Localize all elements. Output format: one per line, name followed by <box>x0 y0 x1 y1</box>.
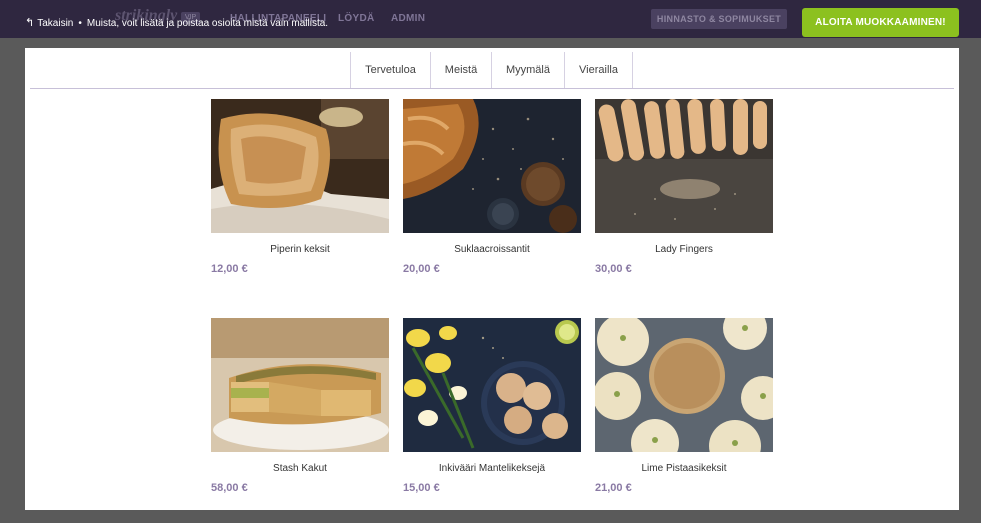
product-price: 20,00 € <box>403 263 440 275</box>
product-name[interactable]: Lady Fingers <box>595 244 773 255</box>
product-price: 58,00 € <box>211 482 248 494</box>
product-name[interactable]: Suklaacroissantit <box>403 244 581 255</box>
back-link[interactable]: ↰ Takaisin • Muista, voit lisätä ja poistaa… <box>25 16 328 31</box>
almond-cookies-photo[interactable] <box>403 318 581 452</box>
bread-loaf-photo[interactable] <box>211 99 389 233</box>
nav-divider <box>30 88 954 89</box>
editor-notice: Muista, voit lisätä ja poistaa osioita m… <box>86 18 329 29</box>
product-card[interactable]: Inkivääri Mantelikeksejä 15,00 € <box>403 318 581 494</box>
product-card[interactable]: Lady Fingers 30,00 € <box>595 99 773 275</box>
product-card[interactable]: Stash Kakut 58,00 € <box>211 318 389 494</box>
nav-tab-visit[interactable]: Vierailla <box>564 52 633 88</box>
product-name[interactable]: Piperin keksit <box>211 244 389 255</box>
product-price: 15,00 € <box>403 482 440 494</box>
back-label: Takaisin <box>37 18 74 29</box>
product-price: 12,00 € <box>211 263 248 275</box>
pricing-button[interactable]: HINNASTO & SOPIMUKSET <box>651 9 787 29</box>
start-editing-button[interactable]: ALOITA MUOKKAAMINEN! <box>802 8 959 37</box>
product-price: 21,00 € <box>595 482 632 494</box>
product-card[interactable]: Lime Pistaasikeksit 21,00 € <box>595 318 773 494</box>
product-price: 30,00 € <box>595 263 632 275</box>
nav-tab-about[interactable]: Meistä <box>430 52 491 88</box>
product-name[interactable]: Inkivääri Mantelikeksejä <box>403 463 581 474</box>
quiche-photo[interactable] <box>211 318 389 452</box>
product-card[interactable]: Piperin keksit 12,00 € <box>211 99 389 275</box>
product-name[interactable]: Stash Kakut <box>211 463 389 474</box>
nav-discover[interactable]: LÖYDÄ <box>338 13 375 24</box>
faded-nav-placeholder <box>265 64 325 76</box>
croissant-photo[interactable] <box>403 99 581 233</box>
nav-tab-shop[interactable]: Myymälä <box>491 52 564 88</box>
nav-admin[interactable]: ADMIN <box>391 13 425 24</box>
nav-tab-welcome[interactable]: Tervetuloa <box>350 52 430 88</box>
back-arrow-icon: ↰ <box>25 17 35 29</box>
lady-fingers-photo[interactable] <box>595 99 773 233</box>
site-preview: Tervetuloa Meistä Myymälä Vierailla Pipe… <box>25 48 959 510</box>
separator-dot: • <box>78 18 82 29</box>
product-name[interactable]: Lime Pistaasikeksit <box>595 463 773 474</box>
pistachio-cookies-photo[interactable] <box>595 318 773 452</box>
product-card[interactable]: Suklaacroissantit 20,00 € <box>403 99 581 275</box>
editor-topbar: strikingly VIP HALLINTAPANEELI LÖYDÄ ADM… <box>0 0 981 38</box>
